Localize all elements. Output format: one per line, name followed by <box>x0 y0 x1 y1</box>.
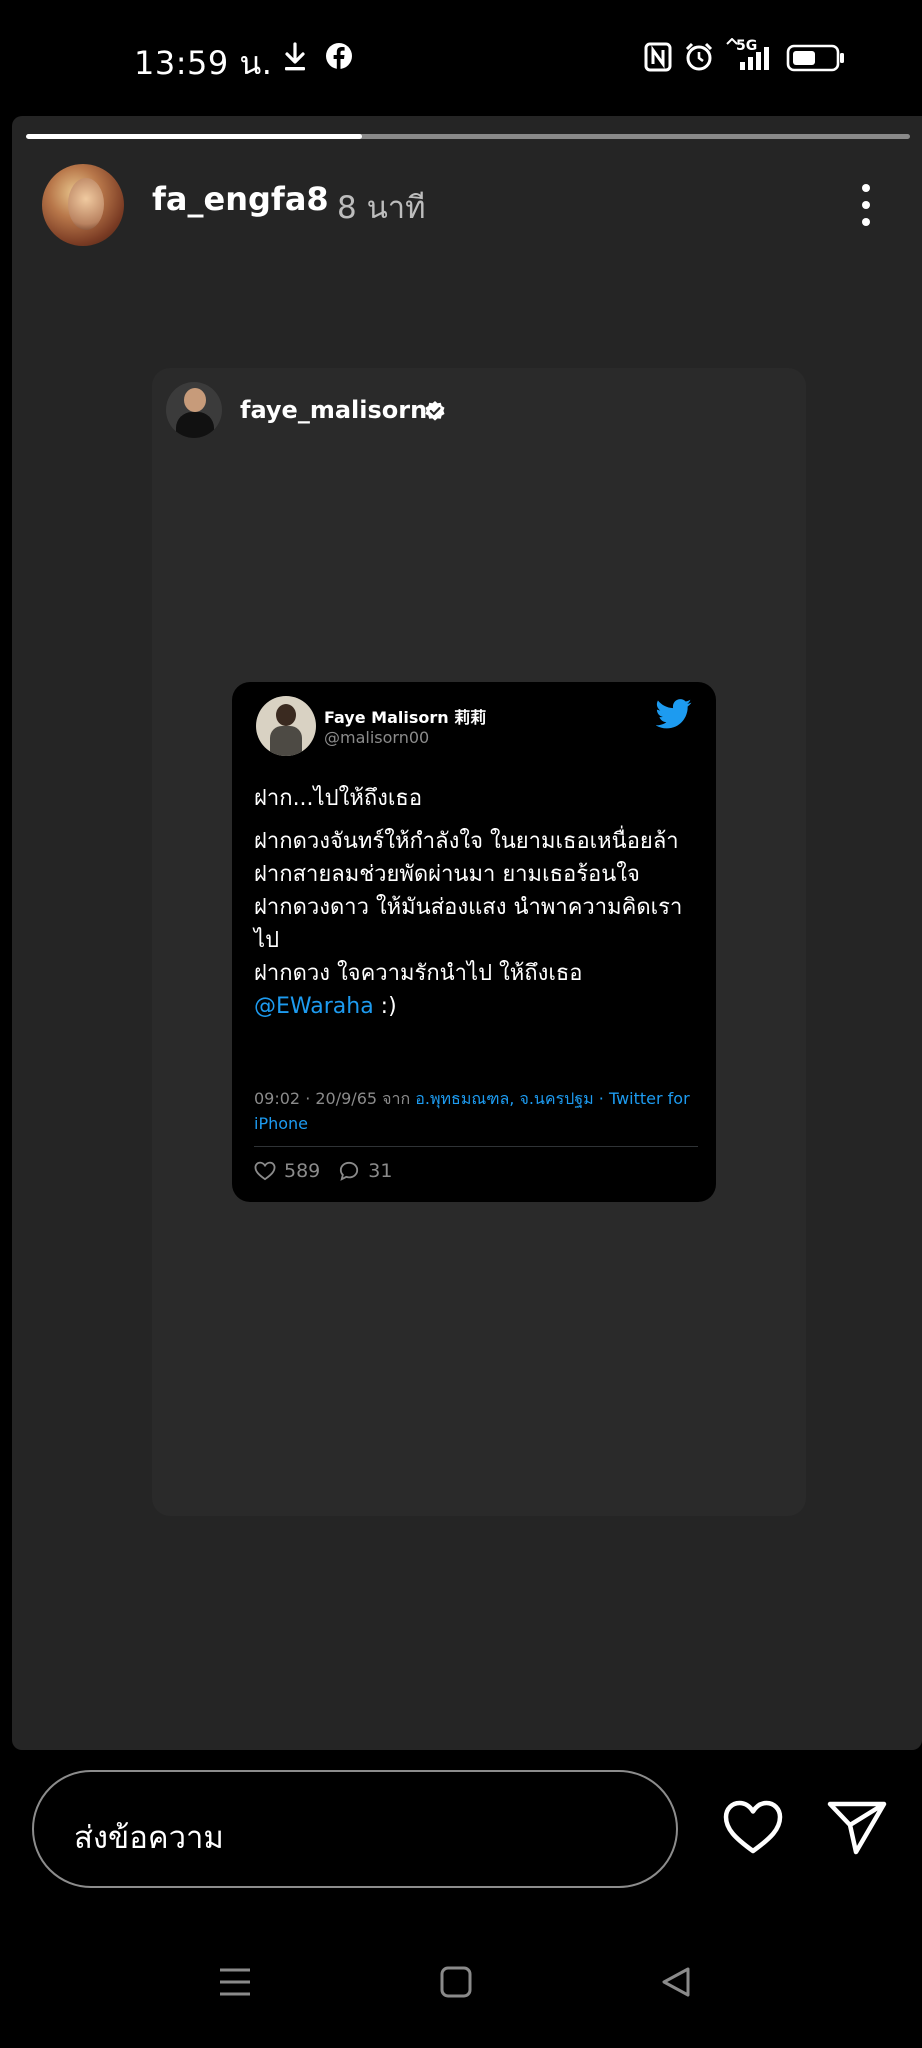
send-direct-icon[interactable] <box>826 1798 888 1856</box>
tweet-reply-count: 31 <box>368 1160 393 1182</box>
tweet-mention: @EWaraha <box>254 994 374 1019</box>
nfc-icon <box>644 42 672 72</box>
tweet-line: ฝากสายลมช่วยพัดผ่านมา ยามเธอร้อนใจ <box>254 862 640 887</box>
story-progress-bar <box>26 134 910 139</box>
story-progress-fill <box>26 134 362 139</box>
tweet-text: ฝาก...ไปให้ถึงเธอ ฝากดวงจันทร์ให้กำลังใจ… <box>254 782 704 1023</box>
battery-icon <box>786 44 844 72</box>
tweet-line: ฝากดวงจันทร์ให้กำลังใจ ในยามเธอเหนื่อยล้… <box>254 829 679 854</box>
tweet-line: ฝากดวงดาว ให้มันส่องแสง นำพาความคิดเราไป <box>254 895 683 953</box>
like-story-heart-icon[interactable] <box>722 1798 784 1856</box>
status-time: 13:59 น. <box>134 44 273 82</box>
tweet-display-name: Faye Malisorn 莉莉 <box>324 708 487 727</box>
post-author-username[interactable]: faye_malisorn <box>240 396 427 424</box>
verified-badge-icon <box>425 401 445 421</box>
tweet-like-count: 589 <box>284 1160 321 1182</box>
like-icon <box>254 1161 276 1181</box>
home-icon[interactable] <box>440 1966 472 1998</box>
twitter-bird-icon <box>656 699 692 729</box>
tweet-likes: 589 <box>254 1160 320 1182</box>
tweet-replies: 31 <box>338 1160 392 1182</box>
tweet-handle: @malisorn00 <box>324 728 430 747</box>
back-icon[interactable] <box>660 1966 692 1998</box>
story-time-ago: 8 นาที <box>337 190 426 226</box>
tweet-stats: 589 31 <box>254 1160 410 1182</box>
download-icon <box>285 42 305 71</box>
recent-apps-icon[interactable] <box>218 1966 252 1998</box>
tweet-card: Faye Malisorn 莉莉 @malisorn00 ฝาก...ไปให้… <box>232 682 716 1202</box>
facebook-icon <box>326 43 352 69</box>
tweet-line: ฝากดวง ใจความรักนำไป ให้ถึงเธอ <box>254 961 583 986</box>
tweet-timestamp: 09:02 · 20/9/65 จาก <box>254 1089 416 1108</box>
story-author-username[interactable]: fa_engfa8 <box>152 180 329 218</box>
more-options-icon[interactable] <box>860 184 872 228</box>
status-bar: 13:59 น. 5G <box>0 0 922 118</box>
tweet-divider <box>254 1146 698 1147</box>
send-message-input[interactable]: ส่งข้อความ <box>32 1770 678 1888</box>
tweet-line: ฝาก...ไปให้ถึงเธอ <box>254 786 423 811</box>
tweet-emoticon: :) <box>373 994 397 1019</box>
message-placeholder: ส่งข้อความ <box>74 1820 224 1856</box>
signal-icon: 5G <box>726 38 774 72</box>
tweet-author-avatar <box>256 696 316 756</box>
tweet-line: @EWaraha :) <box>254 990 704 1023</box>
tweet-meta: 09:02 · 20/9/65 จาก อ.พุทธมณฑล, จ.นครปฐม… <box>254 1086 704 1136</box>
alarm-icon <box>685 42 713 71</box>
story-author-avatar[interactable] <box>42 164 124 246</box>
reply-icon <box>340 1161 359 1181</box>
story-panel[interactable]: fa_engfa8 8 นาที faye_malisorn Faye Mali… <box>12 116 922 1750</box>
post-author-avatar[interactable] <box>166 382 222 438</box>
